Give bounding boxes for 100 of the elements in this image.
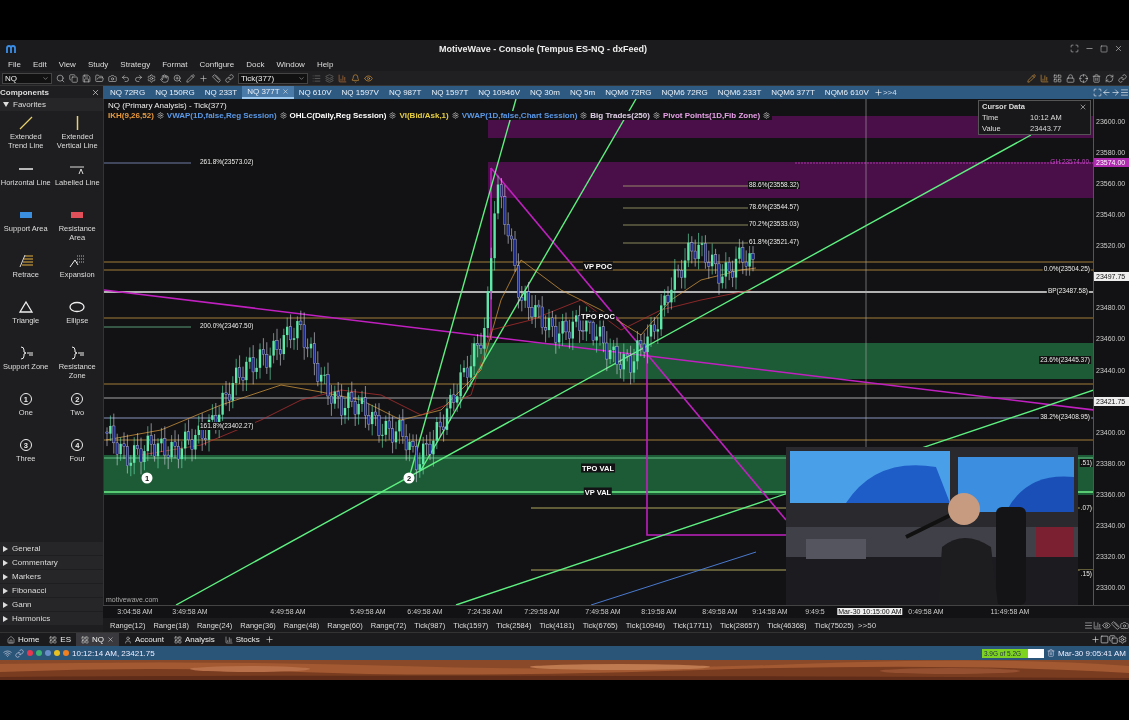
chart-tab[interactable]: NQM6 72RG	[656, 86, 713, 99]
zoom-icon[interactable]	[173, 73, 182, 83]
menu-item[interactable]: Study	[81, 59, 115, 69]
save-icon[interactable]	[82, 73, 91, 83]
section-header[interactable]: Fibonacci	[0, 584, 103, 597]
chart-tab[interactable]: NQ 5m	[564, 86, 601, 99]
search-icon[interactable]	[56, 73, 65, 83]
section-header[interactable]: Markers	[0, 570, 103, 583]
chart-tab[interactable]: NQM6 233T	[712, 86, 767, 99]
add-tab-icon[interactable]	[873, 88, 883, 97]
section-header[interactable]: Commentary	[0, 556, 103, 569]
chart-tab[interactable]: NQM6 72RG	[600, 86, 657, 99]
chart-tab[interactable]: NQ 987T	[383, 86, 427, 99]
menu-item[interactable]: Strategy	[114, 59, 157, 69]
window-icon[interactable]	[1100, 635, 1109, 644]
windows-icon	[49, 635, 58, 644]
fullscreen-icon[interactable]	[1070, 44, 1079, 53]
menu-item[interactable]: Help	[310, 59, 340, 69]
chart-tab[interactable]: NQ 1597T	[426, 86, 474, 99]
redo-icon[interactable]	[134, 73, 143, 83]
study-label[interactable]: IKH(9,26,52)	[108, 111, 154, 120]
bar-size-dropdown[interactable]: Tick(377)	[238, 72, 308, 84]
expansion-icon	[68, 254, 87, 268]
trash-icon[interactable]	[1046, 649, 1055, 657]
bar-chart-icon	[224, 635, 233, 644]
pencil-icon[interactable]	[186, 73, 195, 83]
workspace-tab[interactable]: ES	[44, 633, 76, 646]
symbol-dropdown[interactable]: NQ	[2, 72, 52, 84]
close-icon[interactable]	[1114, 44, 1123, 53]
camera-icon[interactable]	[1120, 620, 1129, 630]
bell-icon[interactable]	[351, 73, 360, 83]
maximize-icon[interactable]	[1100, 44, 1108, 53]
copy-icon[interactable]	[1109, 635, 1118, 644]
hand-icon[interactable]	[160, 73, 169, 83]
link-icon[interactable]	[1118, 73, 1127, 83]
vertical-line-icon	[75, 116, 79, 130]
overflow-indicator[interactable]: >>4	[882, 88, 897, 97]
camera-icon[interactable]	[108, 73, 117, 83]
grid-icon[interactable]	[1053, 73, 1062, 83]
menu-item[interactable]: Edit	[26, 59, 53, 69]
copy-icon[interactable]	[69, 73, 78, 83]
menu-icon[interactable]	[1084, 620, 1093, 630]
settings-icon[interactable]	[147, 73, 156, 83]
pencil-icon[interactable]	[1027, 73, 1036, 83]
eye-icon[interactable]	[1102, 620, 1111, 630]
caret-icon	[298, 74, 305, 82]
study-label[interactable]: VWAP(1D,false,Chart Session)	[461, 111, 578, 120]
bar-chart-icon[interactable]	[1093, 620, 1102, 630]
wifi-icon[interactable]	[3, 648, 12, 658]
chart-tab[interactable]: NQ 233T	[199, 86, 243, 99]
fullscreen-icon[interactable]	[1093, 88, 1102, 97]
menu-item[interactable]: File	[2, 59, 27, 69]
workspace-tab[interactable]: Account	[119, 633, 169, 646]
workspace-tab[interactable]: NQ	[76, 633, 119, 646]
link-icon[interactable]	[225, 73, 234, 83]
section-header[interactable]: Harmonics	[0, 612, 103, 625]
chart-tab[interactable]: NQ 72RG	[105, 86, 151, 99]
close-icon[interactable]	[91, 87, 100, 97]
ruler-icon[interactable]	[212, 73, 221, 83]
link-icon[interactable]	[15, 648, 24, 658]
chart-tab[interactable]: NQ 150RG	[150, 86, 200, 99]
workspace-tab[interactable]: Stocks	[219, 633, 265, 646]
chart-tab[interactable]: NQ 30m	[525, 86, 565, 99]
add-icon[interactable]	[1091, 635, 1100, 644]
chart-tab[interactable]: NQ 377T	[242, 86, 294, 99]
study-label[interactable]: OHLC(Daily,Reg Session)	[289, 111, 387, 120]
menu-item[interactable]: Dock	[240, 59, 271, 69]
folder-icon[interactable]	[95, 73, 104, 83]
refresh-icon[interactable]	[1105, 73, 1114, 83]
panel-title: Components	[0, 87, 49, 97]
add-tab-icon[interactable]	[264, 635, 274, 644]
forward-icon[interactable]	[1111, 88, 1120, 97]
menu-item[interactable]: Window	[270, 59, 311, 69]
chart-tab[interactable]: NQ 610V	[293, 86, 337, 99]
section-header[interactable]: Gann	[0, 598, 103, 611]
menu-icon[interactable]	[1120, 88, 1129, 97]
section-header[interactable]: Favorites	[0, 98, 103, 111]
menu-item[interactable]: Configure	[193, 59, 241, 69]
study-label[interactable]: VWAP(1D,false,Reg Session)	[166, 111, 277, 120]
menu-item[interactable]: View	[52, 59, 82, 69]
close-icon[interactable]	[1079, 102, 1087, 111]
chart-tab[interactable]: NQM6 610V	[819, 86, 874, 99]
study-label[interactable]: Pivot Points(1D,Fib Zone)	[662, 111, 761, 120]
workspace-tab[interactable]: Home	[2, 633, 45, 646]
lock-icon[interactable]	[1066, 73, 1075, 83]
trash-icon[interactable]	[1092, 73, 1101, 83]
caret-icon	[42, 74, 49, 82]
undo-icon[interactable]	[121, 73, 130, 83]
study-label[interactable]: Big Trades(250)	[590, 111, 650, 120]
eye-icon[interactable]	[364, 73, 373, 83]
menu-item[interactable]: Format	[156, 59, 194, 69]
chart-tab[interactable]: NQM6 377T	[766, 86, 820, 99]
back-icon[interactable]	[1102, 88, 1111, 97]
study-label[interactable]: VI(Bid/Ask,1)	[399, 111, 449, 120]
chart-tab[interactable]: NQ 10946V	[473, 86, 526, 99]
section-header[interactable]: General	[0, 542, 103, 555]
chart-tab[interactable]: NQ 1597V	[336, 86, 384, 99]
workspace-tab[interactable]: Analysis	[168, 633, 220, 646]
overflow-indicator[interactable]: >>50	[857, 620, 877, 630]
ruler-icon[interactable]	[1111, 620, 1120, 630]
